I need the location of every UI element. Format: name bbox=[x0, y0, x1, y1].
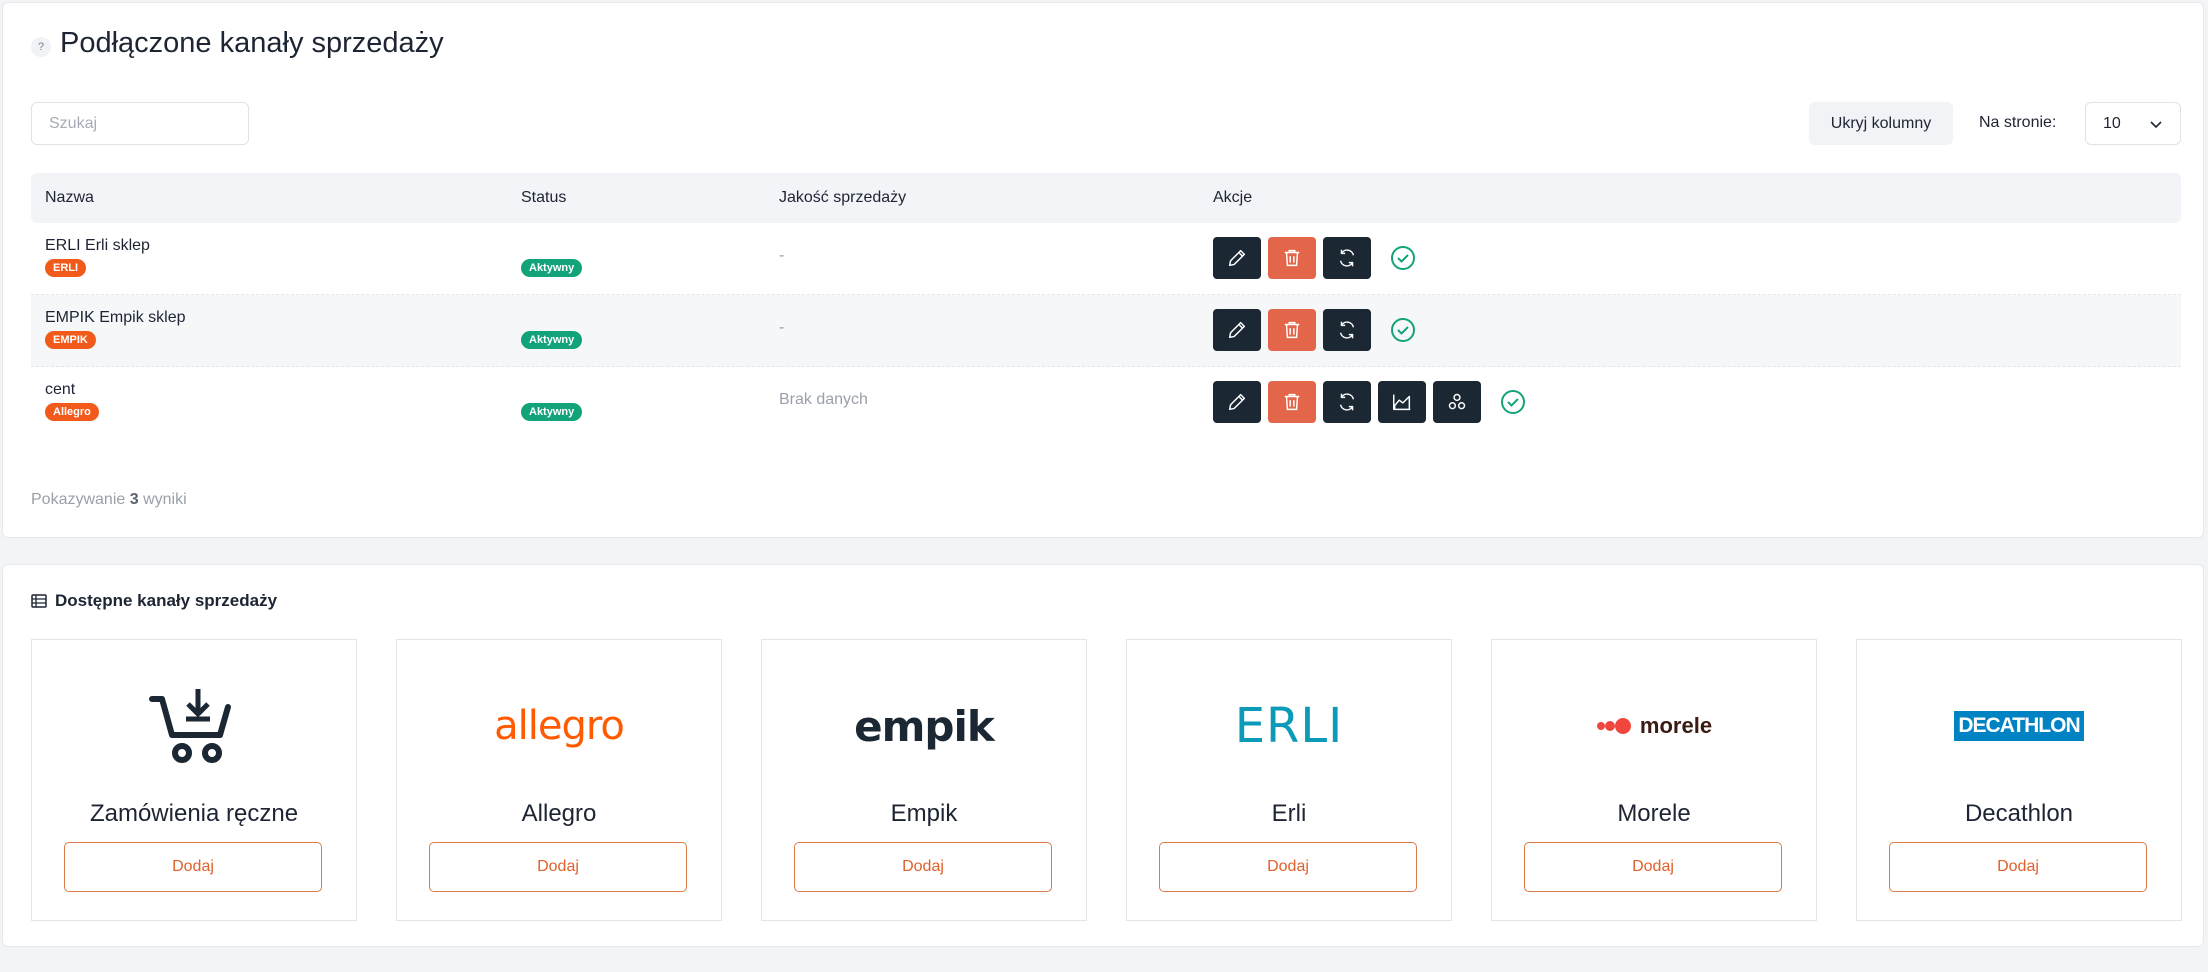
column-header-actions: Akcje bbox=[1213, 189, 1253, 206]
column-header-name[interactable]: Nazwa bbox=[45, 189, 94, 207]
refresh-icon bbox=[1339, 393, 1355, 411]
edit-button[interactable] bbox=[1213, 381, 1261, 423]
status-badge: Aktywny bbox=[521, 403, 583, 421]
channel-name: EMPIK Empik sklep bbox=[45, 309, 186, 326]
add-button[interactable]: Dodaj bbox=[64, 842, 322, 892]
column-header-quality[interactable]: Jakość sprzedaży bbox=[779, 189, 906, 207]
check-circle-icon bbox=[1391, 246, 1415, 270]
add-button[interactable]: Dodaj bbox=[794, 842, 1052, 892]
channel-name: Empik bbox=[890, 800, 958, 827]
connected-channels-panel: ? Podłączone kanały sprzedaży Ukryj kolu… bbox=[2, 2, 2204, 538]
trash-icon bbox=[1284, 321, 1300, 339]
help-icon[interactable]: ? bbox=[31, 37, 51, 57]
check-circle-icon bbox=[1391, 318, 1415, 342]
row-actions bbox=[1213, 237, 1416, 279]
allegro-logo: allegro bbox=[494, 703, 625, 749]
add-button[interactable]: Dodaj bbox=[429, 842, 687, 892]
available-channels-panel: Dostępne kanały sprzedaży Zamówienia ręc… bbox=[2, 564, 2204, 947]
statistics-button[interactable] bbox=[1378, 381, 1426, 423]
channel-card-empik: empik Empik Dodaj bbox=[761, 639, 1087, 921]
channel-name: Decathlon bbox=[1964, 800, 2074, 827]
channel-tag: EMPIK bbox=[45, 331, 96, 349]
delete-button[interactable] bbox=[1268, 237, 1316, 279]
channel-card-decathlon: DECATHLON Decathlon Dodaj bbox=[1856, 639, 2182, 921]
section-title-text: Dostępne kanały sprzedaży bbox=[55, 591, 278, 610]
channel-card-manual: Zamówienia ręczne Dodaj bbox=[31, 639, 357, 921]
row-actions bbox=[1213, 381, 1526, 423]
per-page-select[interactable]: 10 bbox=[2085, 102, 2181, 145]
refresh-icon bbox=[1339, 321, 1355, 339]
chart-area-icon bbox=[1393, 394, 1411, 411]
sync-button[interactable] bbox=[1323, 381, 1371, 423]
summary-prefix: Pokazywanie bbox=[31, 491, 126, 508]
page-title: Podłączone kanały sprzedaży bbox=[60, 27, 444, 59]
channel-card-erli: ERLI Erli Dodaj bbox=[1126, 639, 1452, 921]
pencil-icon bbox=[1228, 321, 1246, 339]
table-row: EMPIK Empik sklep EMPIK Aktywny - bbox=[31, 295, 2181, 367]
table-row: cent Allegro Aktywny Brak danych bbox=[31, 367, 2181, 439]
channel-tag: Allegro bbox=[45, 403, 99, 421]
channel-name: ERLI Erli sklep bbox=[45, 237, 150, 254]
per-page-label: Na stronie: bbox=[1979, 114, 2057, 131]
table-header: Nazwa Status Jakość sprzedaży Akcje bbox=[31, 173, 2181, 223]
add-button[interactable]: Dodaj bbox=[1159, 842, 1417, 892]
channel-name: Allegro bbox=[521, 800, 597, 827]
table-list-icon bbox=[31, 594, 47, 608]
sales-quality: Brak danych bbox=[779, 391, 868, 408]
per-page-value: 10 bbox=[2103, 114, 2121, 132]
circles-icon bbox=[1448, 393, 1466, 410]
channel-name: Zamówienia ręczne bbox=[89, 800, 299, 827]
cart-icon bbox=[32, 680, 356, 772]
check-circle-icon bbox=[1501, 390, 1525, 414]
status-badge: Aktywny bbox=[521, 259, 583, 277]
trash-icon bbox=[1284, 249, 1300, 267]
sales-quality: - bbox=[779, 247, 785, 264]
channel-card-morele: morele Morele Dodaj bbox=[1491, 639, 1817, 921]
pencil-icon bbox=[1228, 249, 1246, 267]
summary-suffix: wyniki bbox=[143, 491, 187, 508]
channel-card-allegro: allegro Allegro Dodaj bbox=[396, 639, 722, 921]
channel-tag: ERLI bbox=[45, 259, 87, 277]
hide-columns-button[interactable]: Ukryj kolumny bbox=[1809, 102, 1953, 145]
edit-button[interactable] bbox=[1213, 309, 1261, 351]
row-actions bbox=[1213, 309, 1416, 351]
add-button[interactable]: Dodaj bbox=[1889, 842, 2147, 892]
trash-icon bbox=[1284, 393, 1300, 411]
pencil-icon bbox=[1228, 393, 1246, 411]
refresh-icon bbox=[1339, 249, 1355, 267]
add-button[interactable]: Dodaj bbox=[1524, 842, 1782, 892]
section-title: Dostępne kanały sprzedaży bbox=[31, 591, 277, 611]
delete-button[interactable] bbox=[1268, 381, 1316, 423]
integrations-button[interactable] bbox=[1433, 381, 1481, 423]
summary-count: 3 bbox=[129, 491, 139, 508]
channel-name: Erli bbox=[1271, 800, 1307, 827]
decathlon-logo: DECATHLON bbox=[1857, 680, 2181, 772]
results-summary: Pokazywanie 3 wyniki bbox=[31, 491, 187, 509]
empik-logo: empik bbox=[854, 701, 995, 751]
edit-button[interactable] bbox=[1213, 237, 1261, 279]
channel-name: cent bbox=[45, 381, 76, 398]
morele-logo: morele bbox=[1492, 680, 1816, 772]
search-input[interactable] bbox=[31, 102, 249, 145]
channel-name: Morele bbox=[1617, 800, 1691, 827]
chevron-down-icon bbox=[2150, 120, 2162, 128]
delete-button[interactable] bbox=[1268, 309, 1316, 351]
erli-logo: ERLI bbox=[1234, 698, 1344, 754]
sync-button[interactable] bbox=[1323, 309, 1371, 351]
column-header-status[interactable]: Status bbox=[521, 189, 566, 207]
sync-button[interactable] bbox=[1323, 237, 1371, 279]
table-row: ERLI Erli sklep ERLI Aktywny - bbox=[31, 223, 2181, 295]
sales-quality: - bbox=[779, 319, 785, 336]
status-badge: Aktywny bbox=[521, 331, 583, 349]
